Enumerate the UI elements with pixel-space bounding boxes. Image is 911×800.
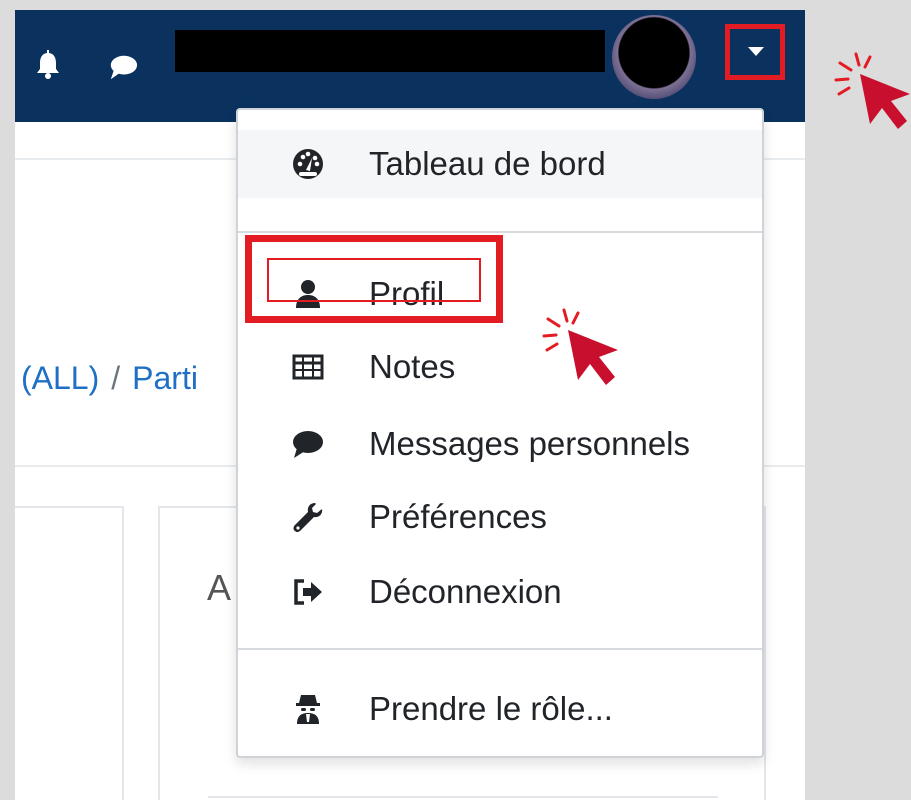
menu-item-label: Tableau de bord: [369, 145, 606, 182]
breadcrumb: (ALL) / Parti: [21, 360, 198, 397]
user-menu-toggle-button[interactable]: [725, 24, 785, 80]
top-navbar: [15, 10, 805, 122]
click-cursor-icon: [834, 52, 910, 129]
wrench-icon: [293, 503, 323, 533]
menu-item-dashboard[interactable]: Tableau de bord: [238, 130, 762, 198]
menu-item-switch-role[interactable]: Prendre le rôle...: [238, 675, 762, 743]
menu-item-label: Prendre le rôle...: [369, 690, 613, 727]
breadcrumb-separator: /: [111, 360, 121, 396]
menu-item-grades[interactable]: Notes: [238, 333, 762, 401]
left-block: [15, 506, 124, 800]
user-secret-icon: [296, 695, 320, 724]
app-frame: (ALL) / Parti A Tableau de bord Profil N…: [15, 10, 805, 800]
profile-highlight-inner: [267, 258, 481, 302]
menu-item-label: Messages personnels: [369, 425, 691, 462]
chat-icon[interactable]: [108, 52, 138, 82]
content-block-heading: A: [207, 567, 232, 608]
menu-item-messages[interactable]: Messages personnels: [238, 410, 762, 478]
menu-item-label: Déconnexion: [369, 573, 562, 610]
caret-down-icon: [748, 47, 764, 56]
menu-item-label: Notes: [369, 348, 456, 385]
user-name-redacted: [175, 30, 605, 72]
menu-item-label: Préférences: [369, 498, 547, 535]
content-block-divider: [208, 796, 718, 798]
menu-item-preferences[interactable]: Préférences: [238, 483, 762, 551]
sign-out-icon: [294, 579, 322, 605]
comment-icon: [293, 431, 323, 458]
click-cursor-icon: [542, 308, 618, 385]
avatar[interactable]: [612, 15, 696, 99]
menu-divider: [238, 231, 762, 233]
breadcrumb-link-participants[interactable]: Parti: [132, 360, 198, 396]
bell-icon[interactable]: [33, 50, 63, 80]
user-dropdown-menu: Tableau de bord Profil Notes Messages pe…: [236, 108, 764, 758]
menu-item-logout[interactable]: Déconnexion: [238, 558, 762, 626]
dashboard-icon: [293, 149, 323, 179]
breadcrumb-link-all[interactable]: (ALL): [21, 360, 99, 396]
table-icon: [292, 354, 324, 380]
menu-divider: [238, 648, 762, 650]
